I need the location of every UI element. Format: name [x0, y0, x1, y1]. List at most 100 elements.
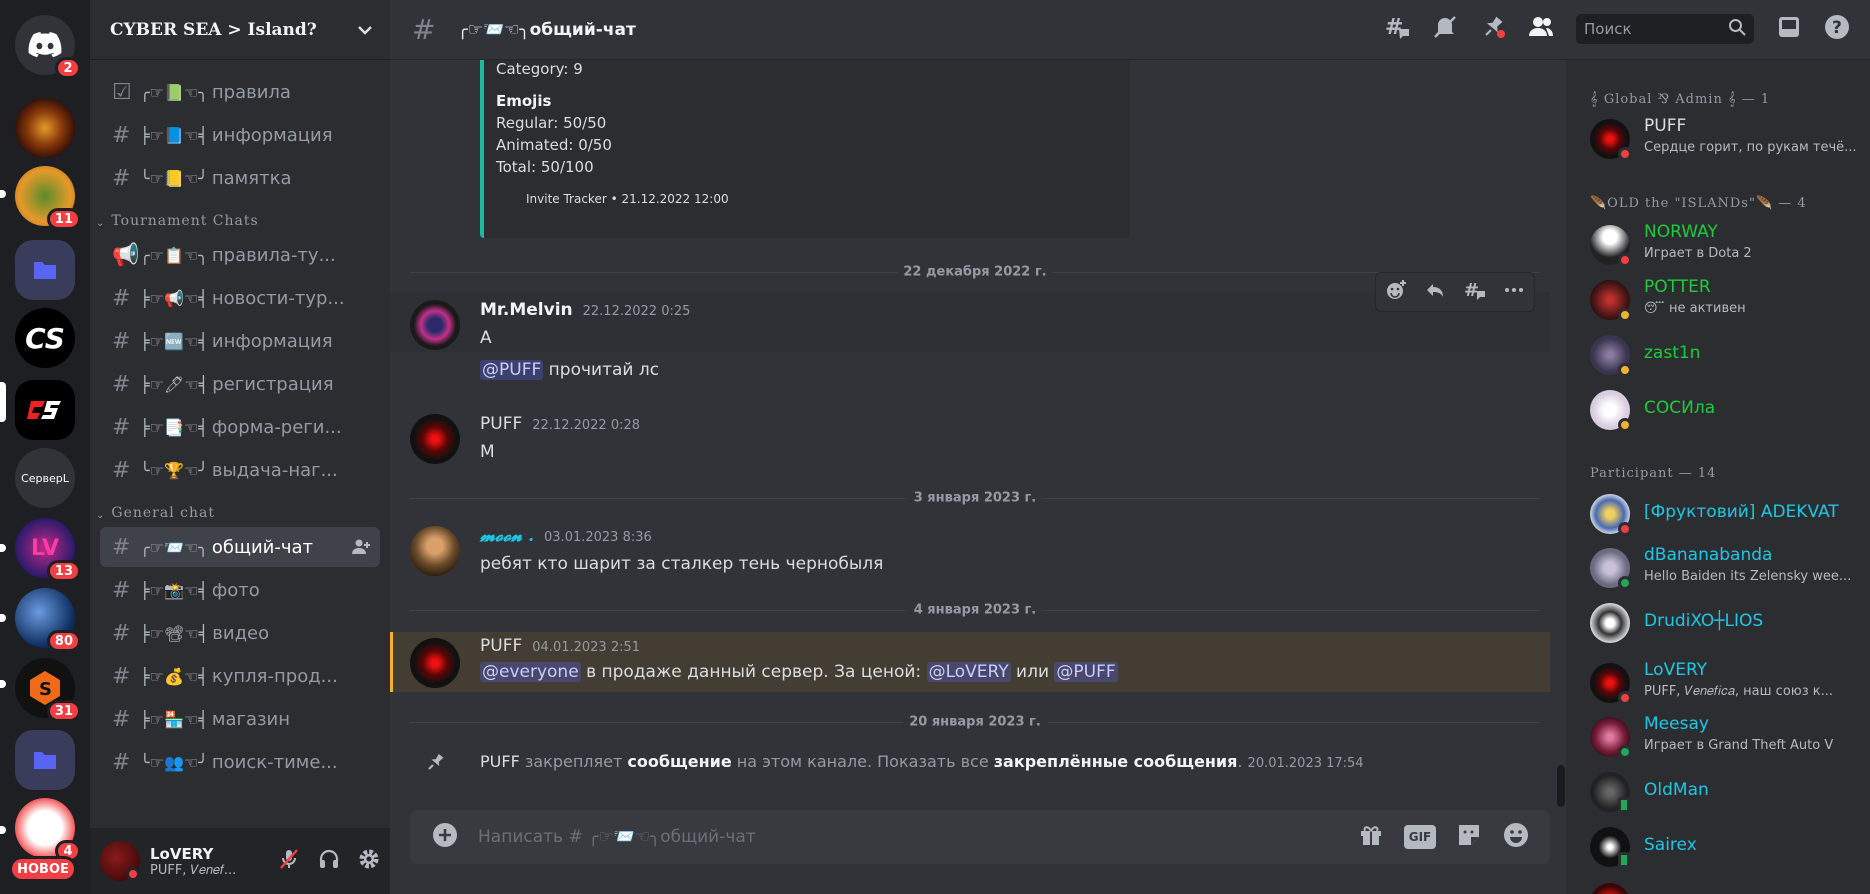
channel-general-chat[interactable]: # ╭☞📨☜╮ общий-чат — [100, 527, 380, 567]
member-item[interactable]: OldMan — [1590, 769, 1860, 815]
server-icon-2[interactable]: 11 — [15, 166, 81, 230]
member-item[interactable]: [Фруктовий] ADEKVAT — [1590, 491, 1860, 537]
channel-registration-form[interactable]: # ╞☞📑☜╡ форма-реги... — [100, 407, 380, 447]
member-name: Sairex — [1644, 835, 1697, 855]
server-folder-1[interactable] — [15, 240, 75, 300]
member-list-icon[interactable] — [1528, 14, 1554, 44]
channel-shop[interactable]: # ╞☞🏪☜╡ магазин — [100, 699, 380, 739]
member-item[interactable]: СОСИла — [1590, 387, 1860, 433]
user-info[interactable]: LoVERY PUFF, 𝑉𝑒𝑛𝑒𝑓... — [150, 845, 236, 878]
mute-mic-icon[interactable] — [278, 848, 300, 874]
channel-rewards[interactable]: # ╰☞🏆☜╯ выдача-наг... — [100, 450, 380, 490]
hash-lock-icon: # — [112, 285, 131, 311]
server-icon-lv[interactable]: LV 13 — [15, 518, 81, 582]
create-thread-icon[interactable]: # — [1464, 279, 1486, 305]
server-icon-cs[interactable]: CS — [15, 308, 75, 368]
everyone-mention[interactable]: @everyone — [480, 662, 581, 682]
message-author[interactable]: Mr.Melvin — [480, 300, 573, 320]
gear-icon[interactable] — [358, 848, 380, 874]
channel-decoration: ╞☞📑☜╡ — [140, 417, 208, 437]
channel-name: выдача-наг... — [211, 459, 338, 481]
more-options-icon[interactable] — [1503, 279, 1525, 305]
username: LoVERY — [150, 844, 214, 863]
channel-registration[interactable]: # ╞☞🖊☜╡ регистрация — [100, 364, 380, 404]
server-icon-cs2[interactable] — [15, 380, 75, 440]
threads-icon[interactable]: # — [1384, 14, 1410, 44]
channel-memo[interactable]: # ╰☞📒☜╯ памятка — [100, 158, 380, 198]
message-author[interactable]: PUFF — [480, 636, 522, 656]
member-item[interactable]: DrudiXO┼LIOS — [1590, 600, 1860, 646]
member-item[interactable]: NORWAY Играет в Dota 2 — [1590, 222, 1860, 268]
channel-tournament-rules[interactable]: 📢 ╭☞📋☜╮ правила-ту... — [100, 235, 380, 275]
help-icon[interactable]: ? — [1824, 14, 1850, 44]
member-item[interactable]: LoVERY PUFF, 𝑉𝑒𝑛𝑒𝑓𝑖𝑐𝑎, наш союз к... — [1590, 660, 1860, 706]
date-divider: 20 января 2023 г. — [410, 714, 1540, 730]
message-content: @everyone в продаже данный сервер. За це… — [480, 662, 1118, 682]
member-item[interactable]: dBananabanda Hello Baiden its Zelensky w… — [1590, 545, 1860, 591]
category-general[interactable]: ⌄ General chat — [90, 493, 390, 527]
message[interactable]: @PUFF прочитай лс — [390, 356, 1550, 386]
channel-sidebar: CYBER SEA > Island? ☑ ╭☞📗☜╮ правила # ╞☞… — [90, 0, 390, 894]
search-input[interactable]: Поиск — [1576, 14, 1754, 44]
avatar[interactable] — [410, 414, 460, 464]
server-icon-orange[interactable]: S 31 — [15, 658, 81, 722]
server-icon-1[interactable] — [15, 98, 75, 158]
avatar[interactable] — [410, 526, 460, 576]
message-author[interactable]: PUFF — [480, 752, 520, 771]
sticker-icon[interactable] — [1456, 822, 1482, 852]
category-tournament[interactable]: ⌄ Tournament Chats — [90, 201, 390, 235]
upload-plus-icon[interactable] — [432, 822, 458, 852]
member-item[interactable]: Sairex — [1590, 824, 1860, 870]
message[interactable]: 𝓶𝓸𝓸𝓷 . 03.01.2023 8:36 ребят кто шарит з… — [390, 524, 1550, 594]
message[interactable]: PUFF 04.01.2023 2:51 @everyone в продаже… — [390, 632, 1550, 692]
message-composer[interactable]: Написать # ╭☞📨☜╮общий-чат GIF — [410, 810, 1550, 864]
user-mention[interactable]: @PUFF — [480, 360, 544, 380]
message-author[interactable]: 𝓶𝓸𝓸𝓷 . — [480, 526, 534, 546]
server-folder-2[interactable] — [15, 730, 75, 790]
headphones-icon[interactable] — [318, 848, 340, 874]
avatar[interactable] — [410, 300, 460, 350]
embed-field-title: Emojis — [496, 92, 552, 110]
member-item[interactable]: zast1n — [1590, 332, 1860, 378]
message[interactable]: PUFF 22.12.2022 0:28 M — [390, 412, 1550, 482]
guild-header[interactable]: CYBER SEA > Island? — [90, 0, 390, 60]
member-item-partial[interactable] — [1590, 880, 1860, 894]
channel-info[interactable]: # ╞☞📘☜╡ информация — [100, 115, 380, 155]
mute-notifications-icon[interactable] — [1432, 14, 1458, 44]
folder-icon — [15, 240, 75, 300]
emoji-icon[interactable] — [1502, 821, 1530, 853]
megaphone-icon: 📢 — [112, 242, 140, 268]
channel-team-search[interactable]: # ╰☞👥☜╯ поиск-тиме... — [100, 742, 380, 782]
member-item[interactable]: Meesay Играет в Grand Theft Auto V — [1590, 714, 1860, 760]
channel-tournament-info[interactable]: # ╞☞🆕☜╡ информация — [100, 321, 380, 361]
channel-decoration: ╞☞🆕☜╡ — [140, 331, 208, 351]
pinned-message-link[interactable]: сообщение — [627, 752, 731, 771]
server-icon-text[interactable]: СерверL — [15, 448, 75, 508]
member-item[interactable]: POTTER 😴 не активен — [1590, 277, 1860, 323]
server-icon-blue[interactable]: 80 — [15, 588, 81, 652]
scrollbar[interactable] — [1557, 765, 1565, 807]
avatar[interactable] — [100, 841, 140, 881]
add-reaction-icon[interactable] — [1385, 279, 1407, 305]
channel-trade[interactable]: # ╞☞💰☜╡ купля-прод... — [100, 656, 380, 696]
channel-photo[interactable]: # ╞☞📸☜╡ фото — [100, 570, 380, 610]
avatar[interactable] — [410, 638, 460, 688]
gif-button[interactable]: GIF — [1404, 825, 1436, 849]
inbox-icon[interactable] — [1776, 14, 1802, 44]
channel-tournament-news[interactable]: # ╞☞📢☜╡ новости-тур... — [100, 278, 380, 318]
pinned-messages-link[interactable]: закреплённые сообщения — [994, 752, 1238, 771]
channel-video[interactable]: # ╞☞📽☜╡ видео — [100, 613, 380, 653]
add-member-icon[interactable] — [352, 538, 370, 561]
user-mention[interactable]: @LoVERY — [926, 662, 1011, 682]
member-item[interactable]: PUFF Сердце горит, по рукам течё... — [1590, 116, 1860, 162]
online-status-icon — [1618, 576, 1632, 590]
pin-icon[interactable] — [1480, 14, 1506, 44]
reply-icon[interactable] — [1424, 279, 1446, 305]
gift-icon[interactable] — [1358, 822, 1384, 852]
message-author[interactable]: PUFF — [480, 414, 522, 434]
home-button[interactable]: 2 — [15, 15, 81, 79]
channel-rules[interactable]: ☑ ╭☞📗☜╮ правила — [100, 72, 380, 112]
message-input[interactable]: Написать # ╭☞📨☜╮общий-чат — [478, 827, 756, 847]
server-icon-white[interactable]: 4 — [15, 798, 81, 862]
user-mention[interactable]: @PUFF — [1054, 662, 1118, 682]
